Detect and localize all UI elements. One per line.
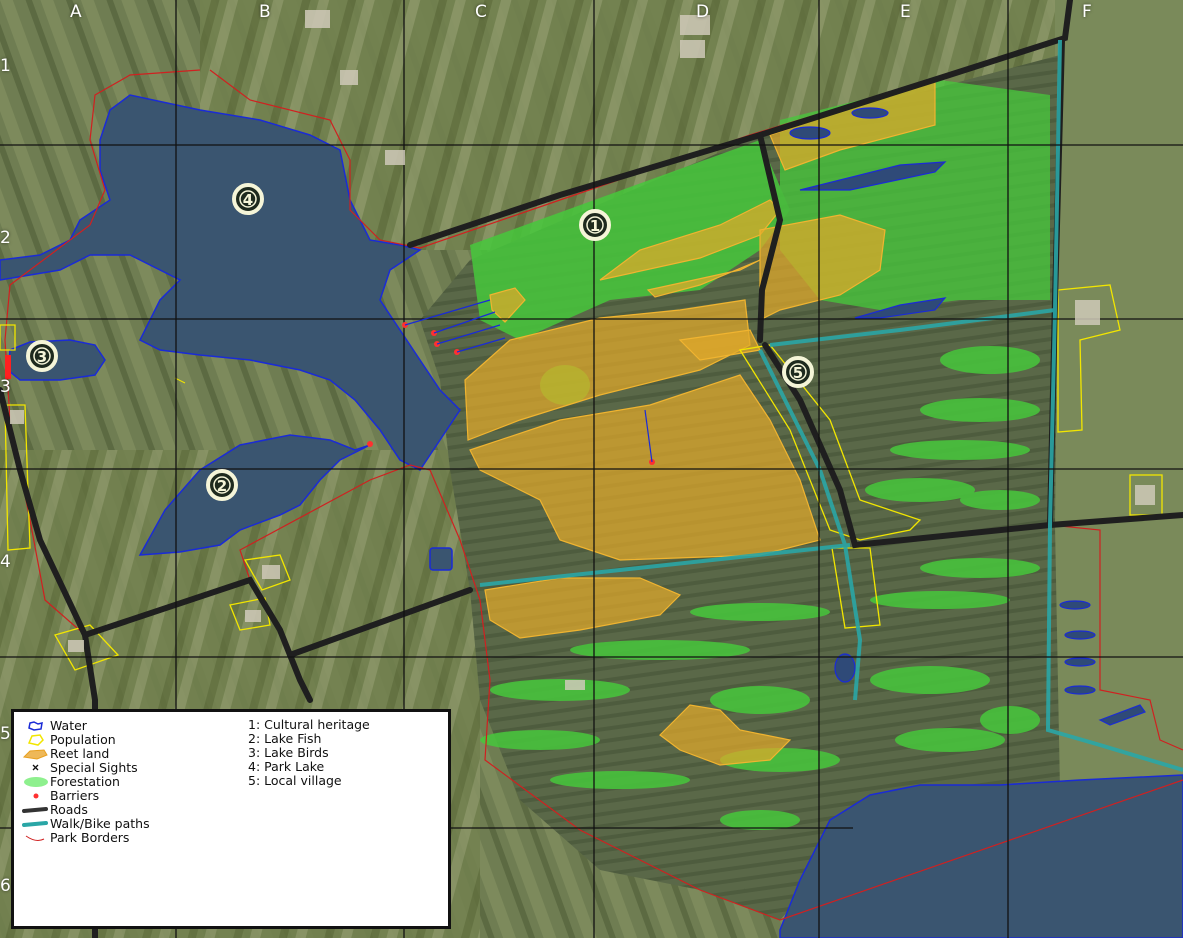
col-label-e: E: [900, 2, 911, 22]
col-label-c: C: [475, 2, 487, 22]
legend-label-barriers: Barriers: [50, 787, 100, 803]
legend-label-reet-land: Reet land: [50, 745, 110, 761]
legend-label-forestation: Forestation: [50, 773, 120, 789]
legend-label-special-sights: Special Sights: [50, 759, 138, 775]
col-label-d: D: [696, 2, 710, 22]
legend-label-park-borders: Park Borders: [50, 829, 130, 845]
row-label-3: 3: [0, 377, 11, 397]
border-line-icon: [22, 831, 48, 845]
legend-label-roads: Roads: [50, 801, 88, 817]
legend-item-forestation: Forestation: [22, 774, 120, 788]
row-label-4: 4: [0, 552, 11, 572]
col-label-a: A: [70, 2, 82, 22]
reet-land-fill-icon: [22, 747, 48, 761]
row-label-1: 1: [0, 56, 11, 76]
legend-item-barriers: Barriers: [22, 788, 99, 802]
population-outline-icon: [22, 733, 48, 747]
lake-birds: [7, 339, 106, 381]
legend-numbered-5: 5: Local village: [248, 773, 342, 788]
path-line-icon: [22, 817, 48, 831]
col-label-f: F: [1082, 2, 1092, 22]
row-label-2: 2: [0, 228, 11, 248]
row-label-6: 6: [0, 876, 11, 896]
water-outline-icon: [22, 719, 48, 733]
legend-numbered-3: 3: Lake Birds: [248, 745, 329, 760]
legend-item-walk-bike-paths: Walk/Bike paths: [22, 816, 150, 830]
legend-label-walk-bike-paths: Walk/Bike paths: [50, 815, 150, 831]
legend-numbered-1: 1: Cultural heritage: [248, 717, 370, 732]
legend-item-population: Population: [22, 732, 116, 746]
legend-item-reet-land: Reet land: [22, 746, 109, 760]
legend-label-population: Population: [50, 731, 116, 747]
x-mark-icon: [22, 761, 48, 775]
row-label-5: 5: [0, 724, 11, 744]
legend-item-roads: Roads: [22, 802, 88, 816]
col-label-b: B: [259, 2, 271, 22]
legend-label-water: Water: [50, 717, 87, 733]
legend-item-park-borders: Park Borders: [22, 830, 129, 844]
road-line-icon: [22, 803, 48, 817]
legend-numbered-2: 2: Lake Fish: [248, 731, 322, 746]
park-map: A B C D E F 1 2 3 4 5 6 1 2 3 4 5 Water …: [0, 0, 1183, 938]
red-dot-icon: [22, 789, 48, 803]
forestation-fill-icon: [22, 775, 48, 789]
red-marker: [5, 355, 11, 379]
legend-item-special-sights: Special Sights: [22, 760, 138, 774]
legend-numbered-4: 4: Park Lake: [248, 759, 325, 774]
map-legend: Water Population Reet land Special Sight…: [11, 709, 451, 929]
legend-item-water: Water: [22, 718, 87, 732]
